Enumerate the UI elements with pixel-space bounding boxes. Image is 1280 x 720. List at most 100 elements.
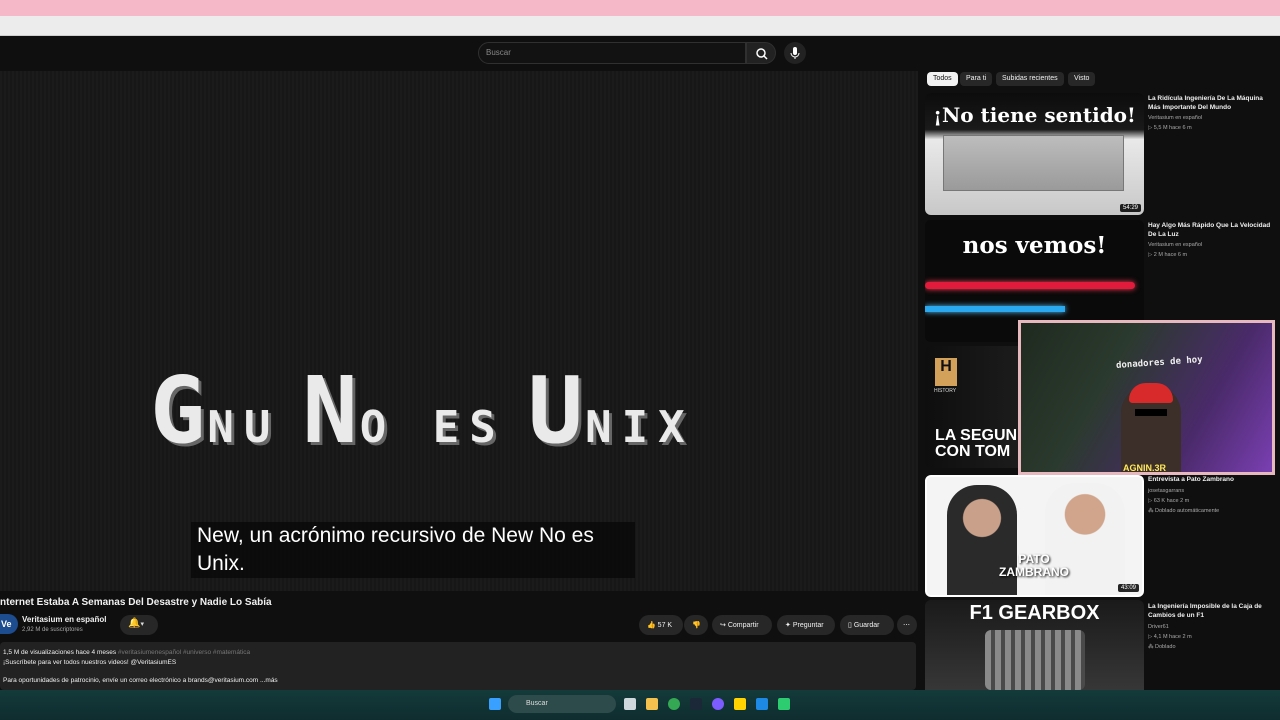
streamer-tag: AGNIN.3R [1123, 463, 1167, 473]
thumbnail-text-line-1: LA SEGUN [935, 427, 1018, 444]
thumbnail-text: PATO ZAMBRANO [999, 553, 1069, 579]
thumbnail-text: ¡No tiene sentido! [933, 103, 1136, 127]
related-stats-text: 63 K hace 2 m [1153, 498, 1190, 504]
pixel-sunglasses [1135, 409, 1167, 416]
chrome-icon[interactable] [668, 698, 680, 710]
channel-avatar[interactable]: Ve [0, 614, 18, 634]
related-stats: ▷ 2 M hace 6 m [1148, 250, 1274, 260]
related-stats-text: 4,1 M hace 2 m [1153, 634, 1192, 640]
thumbs-up-icon: 👍 [647, 622, 656, 629]
dub-icon: ⁂ [1148, 508, 1156, 514]
youtube-header: Buscar [0, 37, 1280, 70]
related-title[interactable]: La Ingeniería Imposible de la Caja de Ca… [1148, 602, 1274, 620]
file-explorer-icon[interactable] [646, 698, 658, 710]
chip-subidas-recientes[interactable]: Subidas recientes [996, 72, 1064, 86]
related-channel[interactable]: Driver61 [1148, 622, 1274, 632]
related-stats: ▷ 5,5 M hace 6 m [1148, 123, 1274, 133]
thumbnail-gearbox-image [985, 630, 1085, 690]
related-channel[interactable]: Veritasium en español [1148, 113, 1274, 123]
save-label: Guardar [853, 622, 880, 629]
thumbnail-machine-image [943, 135, 1124, 191]
related-thumbnail[interactable]: ¡No tiene sentido! 54:29 [925, 93, 1144, 215]
related-stats: ▷ 4,1 M hace 2 m [1148, 632, 1274, 642]
donors-label: donadores de hoy [1115, 354, 1203, 372]
windows-start-icon[interactable] [489, 698, 501, 710]
description-line-1: ¡Suscríbete para ver todos nuestros vide… [3, 659, 177, 666]
related-stats-text: 5,5 M hace 6 m [1153, 125, 1192, 131]
share-icon: ↪ [720, 622, 726, 629]
thumbnail-red-beam [925, 282, 1135, 289]
related-title[interactable]: Entrevista a Pato Zambrano [1148, 475, 1274, 484]
thumbnail-text: LA SEGUN CON TOM [935, 428, 1017, 460]
hashtags[interactable]: #veritasiumenespañol #universo #matemáti… [118, 649, 250, 656]
share-label: Compartir [727, 622, 759, 629]
subscriber-count: 2,92 M de suscriptores [22, 627, 83, 633]
dub-badge-text: Doblado [1155, 644, 1176, 650]
webcam-overlay: donadores de hoy AGNIN.3R [1018, 320, 1275, 475]
windows-taskbar: Buscar [0, 690, 1280, 720]
thumbs-down-icon: 👎 [692, 622, 701, 629]
browser-strip [0, 16, 1280, 36]
more-actions-button[interactable]: ⋯ [897, 615, 917, 635]
letters-nu: NU [207, 402, 281, 453]
video-title: nternet Estaba A Semanas Del Desastre y … [0, 597, 272, 608]
chip-para-ti[interactable]: Para ti [960, 72, 993, 86]
thumbnail-text-line-2: ZAMBRANO [999, 565, 1069, 579]
chip-visto[interactable]: Visto [1068, 72, 1096, 86]
thumbnail-blue-beam [925, 306, 1065, 312]
related-stats-text: 2 M hace 6 m [1153, 252, 1188, 258]
video-subtitle: New, un acrónimo recursivo de New No es … [191, 522, 635, 578]
task-view-icon[interactable] [624, 698, 636, 710]
related-title[interactable]: La Ridícula Ingeniería De La Máquina Más… [1148, 94, 1274, 112]
microphone-icon [790, 47, 800, 59]
dislike-button[interactable]: 👎 [684, 615, 708, 635]
obs-icon[interactable] [712, 698, 724, 710]
chip-todos[interactable]: Todos [927, 72, 958, 86]
duration-badge: 43:09 [1117, 584, 1139, 592]
description-line-2: Para oportunidades de patrocinio, envíe … [3, 677, 278, 684]
notification-bell-button[interactable]: 🔔▾ [120, 615, 158, 635]
app-icon[interactable] [756, 698, 768, 710]
related-channel[interactable]: Veritasium en español [1148, 240, 1274, 250]
related-stats: ▷ 63 K hace 2 m [1148, 496, 1274, 506]
dub-badge: ⁂ Doblado automáticamente [1148, 506, 1274, 516]
steam-icon[interactable] [690, 698, 702, 710]
thumbnail-text-line-2: CON TOM [935, 443, 1011, 460]
taskbar-search-label: Buscar [526, 700, 548, 707]
video-frame-text: GNU NO ES UNIX [150, 357, 717, 464]
ask-button[interactable]: ✦ Preguntar [777, 615, 835, 635]
video-player[interactable]: GNU NO ES UNIX [0, 71, 918, 591]
subtitle-line-1: New, un acrónimo recursivo de New No es [197, 524, 594, 547]
bookmark-icon: ▯ [848, 622, 852, 629]
dub-badge: ⁂ Doblado [1148, 642, 1274, 652]
red-cap [1129, 383, 1173, 403]
voice-search-button[interactable] [784, 42, 806, 64]
letter-g: G [150, 357, 208, 464]
related-thumbnail[interactable]: F1 GEARBOX [925, 600, 1144, 700]
notes-icon[interactable] [734, 698, 746, 710]
letters-o-es: O ES [359, 402, 506, 453]
more-icon: ⋯ [903, 622, 910, 629]
search-button[interactable] [746, 42, 776, 64]
save-button[interactable]: ▯ Guardar [840, 615, 894, 635]
channel-name[interactable]: Veritasium en español [22, 615, 106, 624]
like-count: 57 K [657, 622, 673, 629]
history-caption: HISTORY [934, 388, 957, 394]
letter-u: U [527, 357, 586, 464]
ask-label: Preguntar [792, 622, 824, 629]
search-icon [756, 48, 768, 60]
dub-icon: ⁂ [1148, 644, 1156, 650]
like-button[interactable]: 👍 57 K [639, 615, 683, 635]
search-input[interactable]: Buscar [478, 42, 746, 64]
related-title[interactable]: Hay Algo Más Rápido Que La Velocidad De … [1148, 221, 1274, 239]
views-and-date: 1,5 M de visualizaciones hace 4 meses [3, 649, 117, 656]
share-button[interactable]: ↪ Compartir [712, 615, 772, 635]
related-channel[interactable]: josetasgarrans [1148, 486, 1274, 496]
dub-badge-text: Doblado automáticamente [1155, 508, 1220, 514]
letters-nix: NIX [585, 402, 695, 453]
sparkle-icon: ✦ [785, 622, 791, 629]
related-thumbnail[interactable]: PATO ZAMBRANO 43:09 [925, 475, 1144, 597]
taskbar-search[interactable]: Buscar [508, 695, 616, 713]
description-box[interactable]: 1,5 M de visualizaciones hace 4 meses #v… [0, 642, 916, 690]
app-icon-green[interactable] [778, 698, 790, 710]
